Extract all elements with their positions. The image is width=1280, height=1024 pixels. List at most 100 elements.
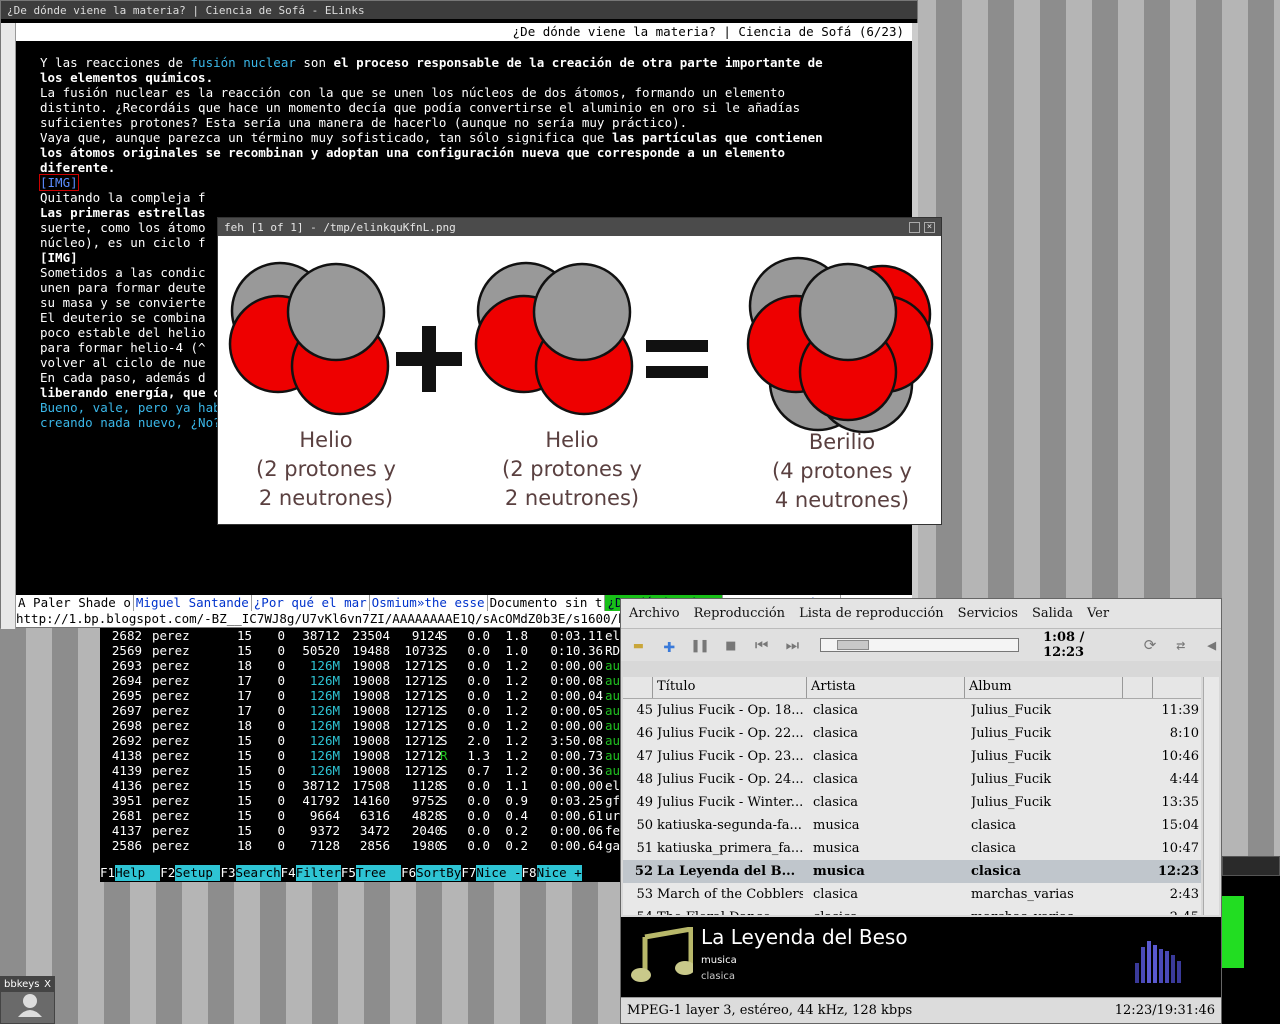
menu-item-3[interactable]: Servicios: [958, 606, 1018, 621]
process-row[interactable]: 4136 perez 15 0 38712 17508 1128 S 0.0 1.1 0:00.00…: [100, 778, 630, 793]
add-icon[interactable]: ✚: [660, 635, 679, 655]
column-title[interactable]: Título: [653, 677, 807, 698]
fkey-label-2[interactable]: Setup: [175, 865, 221, 881]
process-row[interactable]: 3951 perez 15 0 41792 14160 9752 S 0.0 0.9 0:03.25…: [100, 793, 630, 808]
text-line: Quitando la compleja f: [40, 190, 912, 205]
process-cell: 0: [277, 838, 285, 853]
process-row[interactable]: 2586 perez 18 0 7128 2856 1980 S 0.0 0.2 0:00.64 ga: [100, 838, 630, 853]
tab-2[interactable]: ¿Por qué el mar: [252, 595, 370, 611]
menu-item-0[interactable]: Archivo: [629, 606, 680, 621]
fkey-7[interactable]: F7: [461, 865, 477, 881]
playlist-row[interactable]: 48 Julius Fucik - Op. 24... clasica Julius_…: [623, 768, 1201, 791]
process-cell: 0.0: [467, 838, 490, 853]
process-cell: S: [440, 658, 448, 673]
fkey-label-5[interactable]: Tree: [355, 865, 402, 881]
elinks-titlebar[interactable]: ¿De dónde viene la materia? | Ciencia de…: [1, 1, 917, 19]
playlist-row[interactable]: 51 katiuska_primera_fa... musica clasica 10:…: [623, 837, 1201, 860]
process-cell: S: [440, 763, 448, 778]
playlist-row[interactable]: 52 La Leyenda del B... musica clasica 12:23: [623, 860, 1201, 883]
tab-1[interactable]: Miguel Santande: [134, 595, 252, 611]
process-row[interactable]: 4139 perez 15 0 126M 19008 12712 S 0.7 1.2 0:00.36…: [100, 763, 630, 778]
text-span: volver al ciclo de nue: [40, 355, 206, 370]
close-icon[interactable]: ×: [924, 221, 935, 233]
bbkeys-close-icon[interactable]: X: [44, 979, 51, 990]
menu-item-5[interactable]: Ver: [1087, 606, 1109, 621]
fkey-label-6[interactable]: SortBy: [416, 865, 462, 881]
seek-slider[interactable]: [819, 638, 1020, 652]
fkey-label-1[interactable]: Help: [115, 865, 161, 881]
shuffle-icon[interactable]: ⇄: [1171, 635, 1190, 655]
process-row[interactable]: 4137 perez 15 0 9372 3472 2040 S 0.0 0.2 0:00.06 fe: [100, 823, 630, 838]
link[interactable]: creando nada nuevo, ¿No?: [40, 415, 221, 430]
previous-icon[interactable]: ⏮: [752, 635, 771, 655]
process-cell: 0: [277, 748, 285, 763]
player-toolbar: ▬ ✚ ❚❚ ■ ⏮ ⏭ 1:08 / 12:23 ⟳ ⇄ ◀: [621, 629, 1221, 661]
process-row[interactable]: 2698 perez 18 0 126M 19008 12712 S 0.0 1.2 0:00.00…: [100, 718, 630, 733]
column-duration[interactable]: [1153, 677, 1201, 698]
tab-0[interactable]: A Paler Shade o: [16, 595, 134, 611]
fkey-1[interactable]: F1: [100, 865, 116, 881]
fkey-6[interactable]: F6: [401, 865, 417, 881]
menu-item-2[interactable]: Lista de reproducción: [799, 606, 944, 621]
tab-4[interactable]: Documento sin t: [488, 595, 606, 611]
feh-image-viewer: feh [1 of 1] - /tmp/elinkquKfnL.png × He…: [217, 217, 942, 525]
process-cell: 9372: [309, 823, 340, 838]
fkey-label-8[interactable]: Nice +: [536, 865, 582, 881]
process-row[interactable]: 4138 perez 15 0 126M 19008 12712 R 1.3 1.2 0:00.73…: [100, 748, 630, 763]
text-span: En cada paso, además d: [40, 370, 206, 385]
playlist-row[interactable]: 47 Julius Fucik - Op. 23... clasica Julius_…: [623, 745, 1201, 768]
playlist-row[interactable]: 46 Julius Fucik - Op. 22... clasica Julius_…: [623, 722, 1201, 745]
text-span: Sometidos a las condic: [40, 265, 206, 280]
column-artist[interactable]: Artista: [807, 677, 965, 698]
column-album[interactable]: Album: [965, 677, 1123, 698]
process-row[interactable]: 2694 perez 17 0 126M 19008 12712 S 0.0 1.2 0:00.08…: [100, 673, 630, 688]
maximize-icon[interactable]: [909, 221, 920, 233]
menu-item-1[interactable]: Reproducción: [694, 606, 785, 621]
process-cell: 0:00.00: [550, 658, 603, 673]
next-icon[interactable]: ⏭: [783, 635, 802, 655]
fkey-label-7[interactable]: Nice -: [476, 865, 522, 881]
feh-titlebar[interactable]: feh [1 of 1] - /tmp/elinkquKfnL.png ×: [218, 218, 941, 236]
stop-icon[interactable]: ■: [721, 635, 740, 655]
process-row[interactable]: 2695 perez 17 0 126M 19008 12712 S 0.0 1.2 0:00.04…: [100, 688, 630, 703]
playlist-row[interactable]: 45 Julius Fucik - Op. 18... clasica Julius_…: [623, 699, 1201, 722]
volume-icon[interactable]: ◀: [1202, 635, 1221, 655]
folder-icon[interactable]: ▬: [629, 635, 648, 655]
image-link[interactable]: [IMG]: [39, 174, 79, 191]
repeat-icon[interactable]: ⟳: [1141, 635, 1160, 655]
fkey-3[interactable]: F3: [220, 865, 236, 881]
text-span: Quitando la compleja f: [40, 190, 206, 205]
pause-icon[interactable]: ❚❚: [691, 635, 710, 655]
column-number[interactable]: [623, 677, 653, 698]
playlist-row[interactable]: 50 katiuska-segunda-fa... musica clasica 15:…: [623, 814, 1201, 837]
process-row[interactable]: 2569 perez 15 0 50520 19488 10732 S 0.0 1.0 0:10.3…: [100, 643, 630, 658]
process-row[interactable]: 2697 perez 17 0 126M 19008 12712 S 0.0 1.2 0:00.05…: [100, 703, 630, 718]
fkey-4[interactable]: F4: [280, 865, 296, 881]
playlist-row[interactable]: 53 March of the Cobblers clasica marchas_va…: [623, 883, 1201, 906]
bbkeys-widget[interactable]: bbkeys X: [0, 976, 55, 1024]
menu-item-4[interactable]: Salida: [1032, 606, 1073, 621]
playlist-row[interactable]: 49 Julius Fucik - Winter... clasica Julius_…: [623, 791, 1201, 814]
process-row[interactable]: 2692 perez 15 0 126M 19008 12712 S 2.0 1.2 3:50.08…: [100, 733, 630, 748]
playlist-scrollbar[interactable]: [1203, 677, 1219, 915]
elinks-left-scrollbar[interactable]: [1, 23, 16, 629]
playlist-row[interactable]: 54 The Floral Dance clasica marchas_varias 2…: [623, 906, 1201, 915]
process-row[interactable]: 2681 perez 15 0 9664 6316 4828 S 0.0 0.4 0:00.61 ur: [100, 808, 630, 823]
text-span: unen para formar deute: [40, 280, 206, 295]
process-cell: 4828: [411, 808, 442, 823]
fkey-label-4[interactable]: Filter: [295, 865, 341, 881]
process-cell: perez: [152, 643, 190, 658]
column-extra[interactable]: [1123, 677, 1153, 698]
fkey-8[interactable]: F8: [521, 865, 537, 881]
link[interactable]: fusión nuclear: [191, 55, 296, 70]
process-cell: 0:00.61: [550, 808, 603, 823]
fkey-5[interactable]: F5: [340, 865, 356, 881]
fkey-label-3[interactable]: Search: [235, 865, 281, 881]
playlist-cell-t: Julius Fucik - Op. 22...: [657, 726, 803, 741]
process-row[interactable]: 2682 perez 15 0 38712 23504 9124 S 0.0 1.8 0:03.11…: [100, 628, 630, 643]
process-row[interactable]: 2693 perez 18 0 126M 19008 12712 S 0.0 1.2 0:00.00…: [100, 658, 630, 673]
process-cell: 2856: [359, 838, 390, 853]
tab-3[interactable]: Osmium»the esse: [370, 595, 488, 611]
fkey-2[interactable]: F2: [160, 865, 176, 881]
seek-thumb[interactable]: [836, 640, 869, 650]
